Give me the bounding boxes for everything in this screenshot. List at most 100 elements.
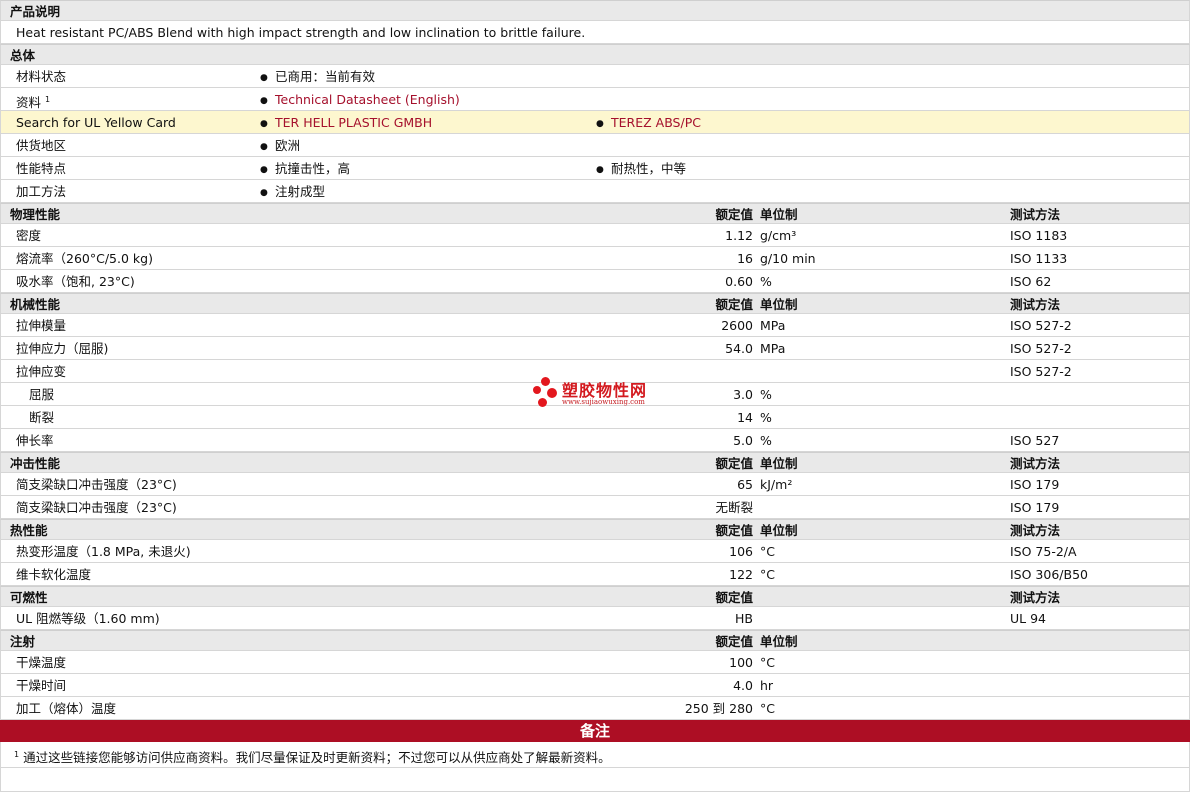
property-row: 加工（熔体）温度 250 到 280 °C: [0, 697, 1190, 720]
section-title: 热性能: [10, 523, 48, 538]
watermark-dot-icon: [541, 377, 550, 386]
general-value-text: 耐热性，中等: [611, 161, 687, 176]
section-title: 冲击性能: [10, 456, 61, 471]
watermark-dot-icon: [533, 386, 541, 394]
property-value: 2600: [721, 318, 753, 333]
property-test-method: ISO 527-2: [1010, 341, 1072, 356]
property-test-method: ISO 1183: [1010, 228, 1068, 243]
property-name: 吸水率（饱和, 23°C): [16, 274, 135, 289]
property-name: 断裂: [29, 410, 55, 425]
property-unit: g/cm³: [760, 228, 797, 243]
property-unit: %: [760, 433, 772, 448]
general-label-text: 资料: [16, 95, 42, 110]
general-value-text: 欧洲: [275, 138, 301, 153]
section-title: 机械性能: [10, 297, 61, 312]
property-unit: %: [760, 274, 772, 289]
notes-header: 备注: [0, 720, 1190, 742]
general-value: 欧洲: [260, 134, 300, 159]
property-row: 简支梁缺口冲击强度（23°C) 65 kJ/m² ISO 179: [0, 473, 1190, 496]
property-value: 1.12: [725, 228, 753, 243]
property-name: UL 阻燃等级（1.60 mm): [16, 611, 160, 626]
property-name: 加工（熔体）温度: [16, 701, 117, 716]
property-value: 3.0: [733, 387, 753, 402]
description-text: Heat resistant PC/ABS Blend with high im…: [16, 25, 586, 40]
column-header-value: 额定值: [715, 523, 753, 538]
property-name: 干燥温度: [16, 655, 67, 670]
general-value: Technical Datasheet (English): [260, 88, 460, 113]
property-row: 拉伸应力（屈服) 54.0 MPa ISO 527-2: [0, 337, 1190, 360]
section-header: 产品说明: [0, 0, 1190, 21]
property-value: 250 到 280: [684, 701, 753, 716]
property-unit: °C: [760, 655, 775, 670]
section-header: 物理性能 额定值 单位制 测试方法: [0, 203, 1190, 224]
section-header: 机械性能 额定值 单位制 测试方法: [0, 293, 1190, 314]
property-value: 4.0: [733, 678, 753, 693]
general-value: 注射成型: [260, 180, 325, 205]
property-name: 伸长率: [16, 433, 54, 448]
property-test-method: ISO 179: [1010, 477, 1060, 492]
column-header-unit: 单位制: [760, 297, 798, 312]
property-test-method: ISO 62: [1010, 274, 1052, 289]
column-header-unit: 单位制: [760, 523, 798, 538]
property-value: 65: [737, 477, 753, 492]
property-value: 14: [737, 410, 753, 425]
column-header-unit: 单位制: [760, 207, 798, 222]
property-row: 拉伸模量 2600 MPa ISO 527-2: [0, 314, 1190, 337]
property-unit: %: [760, 387, 772, 402]
notes-title: 备注: [579, 722, 610, 740]
property-value: 54.0: [725, 341, 753, 356]
property-value: 122: [729, 567, 753, 582]
property-row: UL 阻燃等级（1.60 mm) HB UL 94: [0, 607, 1190, 630]
datasheet-link[interactable]: TEREZ ABS/PC: [611, 115, 701, 130]
property-value: 100: [729, 655, 753, 670]
property-value: 16: [737, 251, 753, 266]
general-row: 加工方法 注射成型: [0, 180, 1190, 203]
property-row: 伸长率 5.0% ISO 527: [0, 429, 1190, 452]
general-value-text: 已商用：当前有效: [275, 69, 376, 84]
general-label-text: 供货地区: [16, 138, 67, 153]
property-unit: %: [760, 410, 772, 425]
general-value: 抗撞击性，高: [260, 157, 350, 182]
column-header-test-method: 测试方法: [1010, 297, 1061, 312]
watermark-logo: 塑胶物性网 www.sujiaowuxing.com: [533, 377, 663, 411]
general-row: 资料 1 Technical Datasheet (English): [0, 88, 1190, 111]
property-unit: g/10 min: [760, 251, 816, 266]
property-name: 屈服: [29, 387, 55, 402]
table-bottom: [0, 768, 1190, 792]
general-value-text: 注射成型: [275, 184, 326, 199]
general-row: Search for UL Yellow Card TER HELL PLASTI…: [0, 111, 1190, 134]
section-header: 总体: [0, 44, 1190, 65]
column-header-unit: 单位制: [760, 634, 798, 649]
property-test-method: UL 94: [1010, 611, 1046, 626]
watermark-dot-icon: [538, 398, 547, 407]
property-row: 干燥时间 4.0 hr: [0, 674, 1190, 697]
property-name: 拉伸模量: [16, 318, 67, 333]
section-title: 物理性能: [10, 207, 61, 222]
datasheet-link[interactable]: Technical Datasheet (English): [275, 92, 460, 107]
property-name: 简支梁缺口冲击强度（23°C): [16, 477, 177, 492]
general-label-text: Search for UL Yellow Card: [16, 115, 176, 130]
section-header: 冲击性能 额定值 单位制 测试方法: [0, 452, 1190, 473]
watermark-url: www.sujiaowuxing.com: [562, 398, 645, 406]
footnote-body: 通过这些链接您能够访问供应商资料。我们尽量保证及时更新资料；不过您可以从供应商处…: [23, 750, 611, 765]
section-header: 注射 额定值 单位制: [0, 630, 1190, 651]
general-row: 供货地区 欧洲: [0, 134, 1190, 157]
property-value: 5.0: [733, 433, 753, 448]
property-name: 拉伸应变: [16, 364, 67, 379]
property-test-method: ISO 75-2/A: [1010, 544, 1077, 559]
property-name: 维卡软化温度: [16, 567, 92, 582]
column-header-test-method: 测试方法: [1010, 207, 1061, 222]
column-header-unit: 单位制: [760, 456, 798, 471]
datasheet-link[interactable]: TER HELL PLASTIC GMBH: [275, 115, 432, 130]
general-label: 加工方法: [16, 180, 66, 203]
property-row: 密度 1.12 g/cm³ ISO 1183: [0, 224, 1190, 247]
general-row: 材料状态 已商用：当前有效: [0, 65, 1190, 88]
footnote-text: 1 通过这些链接您能够访问供应商资料。我们尽量保证及时更新资料；不过您可以从供应…: [14, 742, 611, 771]
property-row: 维卡软化温度 122 °C ISO 306/B50: [0, 563, 1190, 586]
general-value: 已商用：当前有效: [260, 65, 375, 90]
property-test-method: ISO 1133: [1010, 251, 1068, 266]
footnote-row: 1 通过这些链接您能够访问供应商资料。我们尽量保证及时更新资料；不过您可以从供应…: [0, 742, 1190, 768]
datasheet: 产品说明 Heat resistant PC/ABS Blend with hig…: [0, 0, 1190, 792]
general-value-text: 抗撞击性，高: [275, 161, 351, 176]
property-name: 拉伸应力（屈服): [16, 341, 109, 356]
